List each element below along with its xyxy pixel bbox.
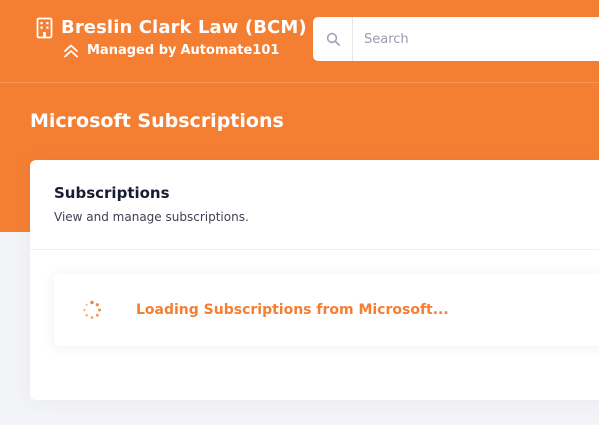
spinner-icon (83, 300, 101, 319)
search-input[interactable] (353, 19, 599, 59)
managed-by-label: Managed by (87, 43, 177, 58)
subscriptions-card: Subscriptions View and manage subscripti… (30, 160, 599, 400)
page: Breslin Clark Law (BCM) Managed by Autom… (0, 0, 599, 425)
managed-by-name: Automate101 (180, 43, 280, 58)
loading-panel: Loading Subscriptions from Microsoft... (54, 274, 599, 346)
managed-by-link[interactable]: Managed by Automate101 (63, 42, 307, 60)
search-bar (313, 17, 599, 61)
card-title: Subscriptions (54, 184, 170, 202)
organization-header: Breslin Clark Law (BCM) Managed by Autom… (36, 16, 307, 60)
org-switcher[interactable]: Breslin Clark Law (BCM) (36, 16, 307, 40)
header-divider (0, 82, 599, 83)
building-icon (36, 17, 53, 39)
search-button[interactable] (313, 17, 353, 61)
card-header: Subscriptions View and manage subscripti… (30, 160, 599, 250)
search-icon (326, 32, 340, 46)
card-subtitle: View and manage subscriptions. (54, 210, 249, 224)
organization-name: Breslin Clark Law (BCM) (61, 17, 307, 38)
loading-message: Loading Subscriptions from Microsoft... (136, 302, 449, 318)
page-title: Microsoft Subscriptions (30, 110, 284, 132)
chevrons-up-icon (64, 44, 78, 58)
